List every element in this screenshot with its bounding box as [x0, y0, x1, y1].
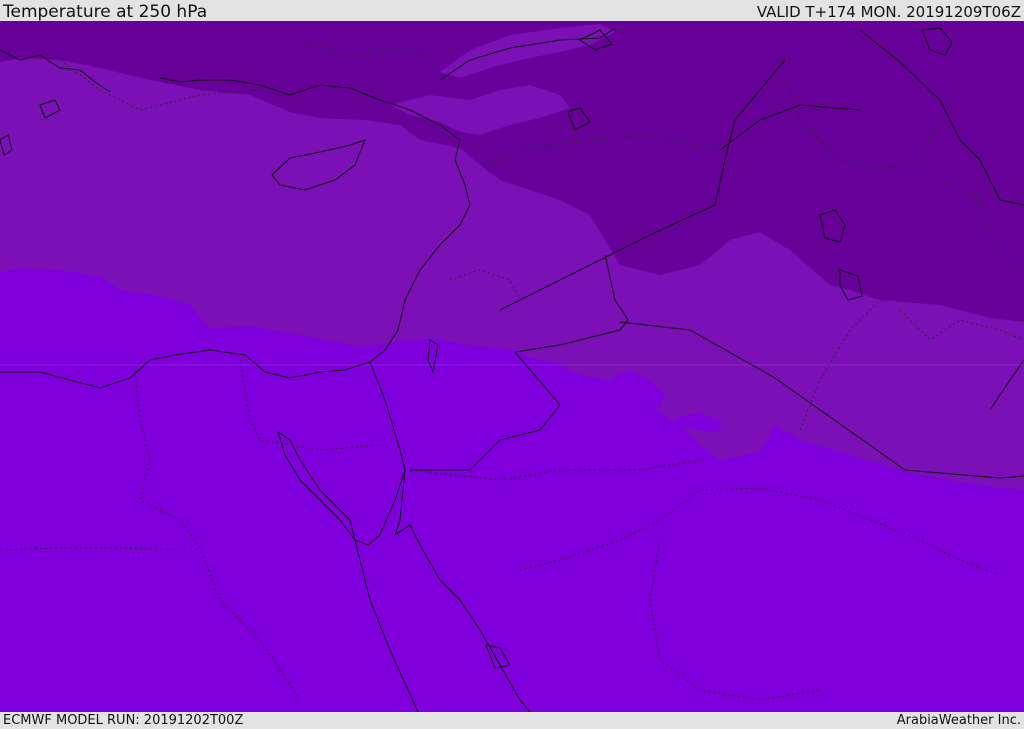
weather-map: [0, 21, 1024, 712]
valid-time: VALID T+174 MON. 20191209T06Z: [756, 3, 1021, 21]
footer-bar: ECMWF MODEL RUN: 20191202T00Z ArabiaWeat…: [0, 712, 1024, 729]
map-title: Temperature at 250 hPa: [3, 2, 208, 22]
model-run-label: ECMWF MODEL RUN: 20191202T00Z: [3, 713, 244, 728]
header-bar: Temperature at 250 hPa VALID T+174 MON. …: [0, 0, 1024, 21]
credit-label: ArabiaWeather Inc.: [896, 713, 1021, 728]
